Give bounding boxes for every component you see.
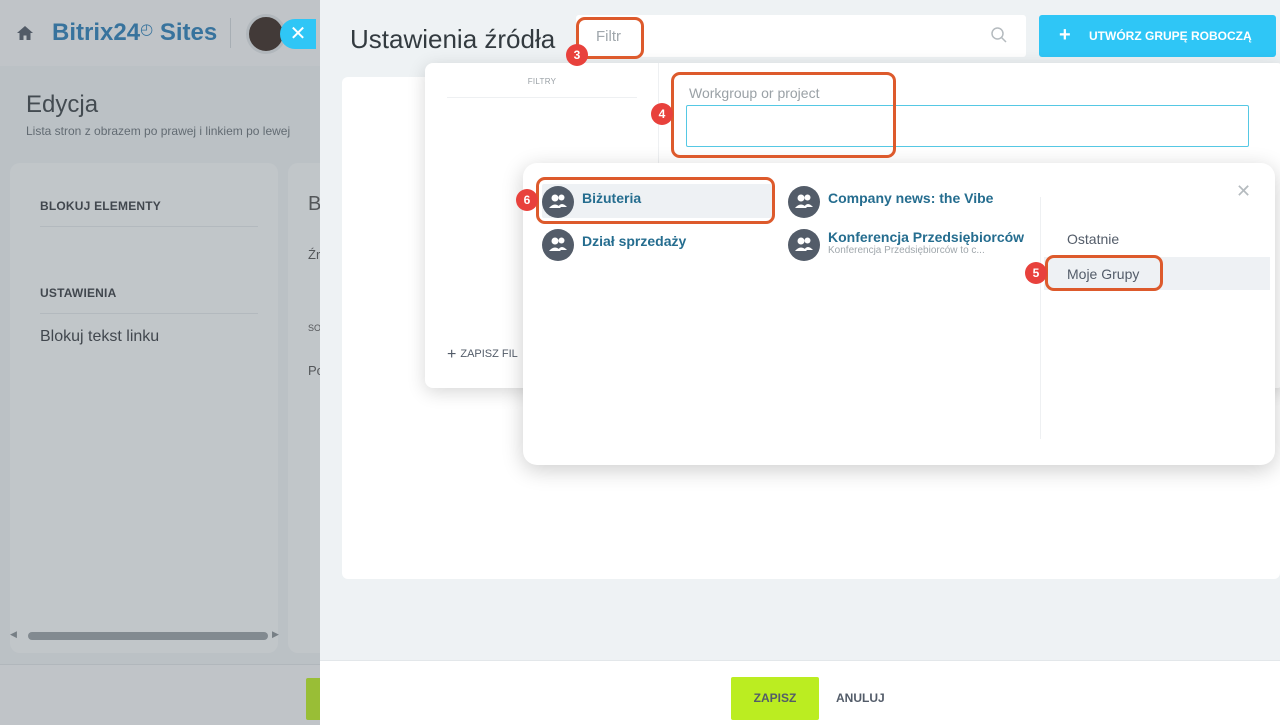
group-description: Konferencja Przedsiębiorców to c... <box>828 245 985 256</box>
create-workgroup-button[interactable]: + UTWÓRZ GRUPĘ ROBOCZĄ <box>1039 15 1276 57</box>
group-name: Dział sprzedaży <box>582 233 687 249</box>
group-icon <box>788 229 820 261</box>
step-badge: 4 <box>651 103 673 125</box>
save-filter-label: ZAPISZ FIL <box>460 348 518 360</box>
slider-footer: ZAPISZ ANULUJ <box>320 660 1280 725</box>
group-item-dzial-sprzedazy[interactable]: Dział sprzedaży <box>542 227 772 261</box>
filters-header: FILTRY <box>527 77 557 86</box>
group-name: Konferencja Przedsiębiorców <box>828 229 1025 245</box>
step-badge: 3 <box>566 44 588 66</box>
highlight-workgroup-field <box>671 72 896 158</box>
save-button[interactable]: ZAPISZ <box>731 677 819 720</box>
step-badge: 5 <box>1025 262 1047 284</box>
group-name: Company news: the Vibe <box>828 190 994 206</box>
group-icon <box>542 229 574 261</box>
step-badge: 6 <box>516 189 538 211</box>
close-icon: ✕ <box>289 23 307 45</box>
cancel-button[interactable]: ANULUJ <box>836 691 885 705</box>
tab-recent[interactable]: Ostatnie <box>1044 222 1270 255</box>
highlight-my-groups-tab <box>1045 255 1163 291</box>
slider-title: Ustawienia źródła <box>350 24 556 54</box>
highlight-bizuteria-group <box>536 177 775 224</box>
group-item-konferencja[interactable]: Konferencja Przedsiębiorców Konferencja … <box>788 227 1028 261</box>
search-icon[interactable] <box>990 26 1008 44</box>
plus-icon: + <box>1059 24 1071 46</box>
save-filter-button[interactable]: + ZAPISZ FIL <box>447 346 518 364</box>
close-icon[interactable]: ✕ <box>1236 181 1251 202</box>
group-icon <box>788 186 820 218</box>
tab-label: Ostatnie <box>1067 231 1120 247</box>
create-workgroup-label: UTWÓRZ GRUPĘ ROBOCZĄ <box>1089 29 1252 43</box>
plus-icon: + <box>447 346 457 363</box>
divider <box>447 97 637 98</box>
overlay-dim <box>0 0 320 725</box>
close-slider-button[interactable]: ✕ <box>280 19 316 49</box>
group-item-company-news[interactable]: Company news: the Vibe <box>788 184 1028 218</box>
divider <box>1040 197 1041 439</box>
